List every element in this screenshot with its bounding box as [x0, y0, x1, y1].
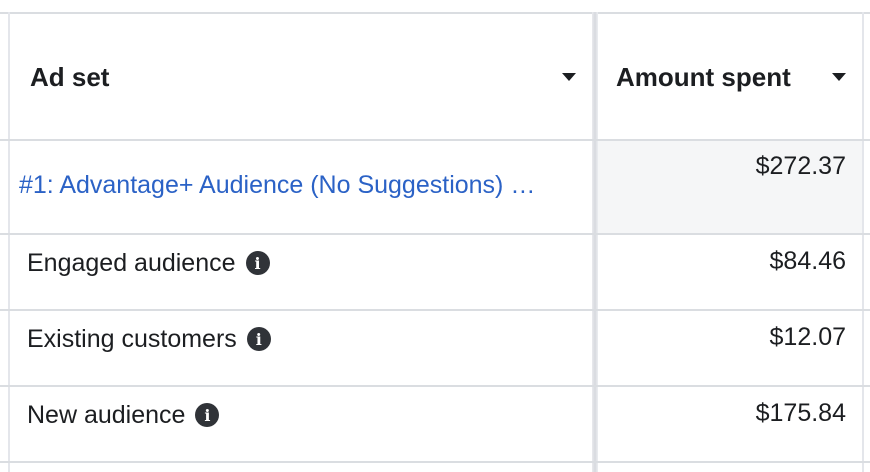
row-divider [0, 461, 870, 463]
ad-set-name: Existing customers [27, 324, 237, 353]
column-header-ad-set[interactable]: Ad set [30, 14, 586, 140]
sort-caret-icon[interactable] [832, 73, 846, 81]
table-row-ad-set: Existing customers i [27, 319, 271, 359]
table-right-border [862, 12, 864, 472]
table-row-ad-set-link[interactable]: #1: Advantage+ Audience (No Suggestions)… [19, 165, 535, 205]
info-icon[interactable]: i [245, 251, 270, 275]
info-icon[interactable]: i [246, 327, 271, 351]
table-row-amount: $84.46 [769, 247, 846, 275]
table-row-amount: $272.37 [755, 152, 846, 180]
table-row-ad-set: New audience i [27, 395, 220, 435]
column-resize-handle[interactable] [592, 12, 598, 472]
ad-set-name[interactable]: #1: Advantage+ Audience (No Suggestions)… [19, 171, 535, 200]
sort-caret-icon[interactable] [562, 73, 576, 81]
table-row-ad-set: Engaged audience i [27, 243, 270, 283]
column-header-ad-set-label: Ad set [30, 61, 110, 92]
row-divider [0, 309, 870, 311]
table-left-border [8, 12, 10, 472]
table-row-amount: $12.07 [769, 323, 846, 351]
row-divider [0, 385, 870, 387]
column-header-amount-spent[interactable]: Amount spent [616, 14, 852, 140]
header-divider [0, 139, 870, 141]
ad-set-name: Engaged audience [27, 248, 236, 277]
ad-set-name: New audience [27, 400, 186, 429]
column-header-amount-spent-label: Amount spent [616, 61, 791, 92]
row-divider [0, 233, 870, 235]
info-icon[interactable]: i [195, 403, 220, 427]
table-row-amount: $175.84 [755, 399, 846, 427]
